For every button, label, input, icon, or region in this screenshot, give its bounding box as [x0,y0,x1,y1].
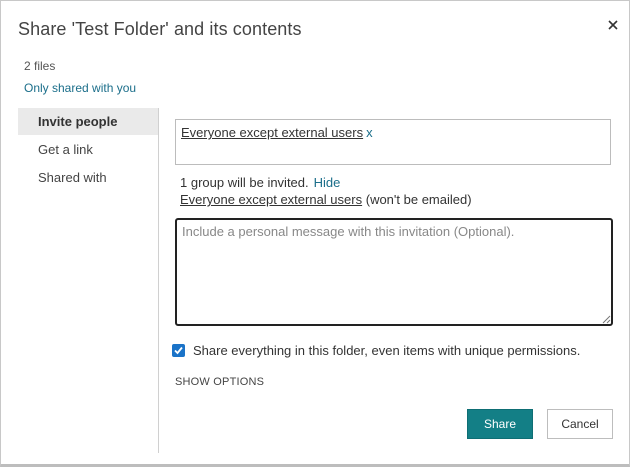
not-emailed-note: (won't be emailed) [365,192,472,207]
invited-group-link[interactable]: Everyone except external users [180,192,362,207]
checkmark-icon [174,346,183,355]
show-options-link[interactable]: SHOW OPTIONS [175,376,264,388]
close-icon [608,20,618,30]
invited-group-line: Everyone except external users (won't be… [180,192,472,207]
recipient-chip: Everyone except external users [181,125,364,140]
dialog-title: Share 'Test Folder' and its contents [18,19,302,39]
share-nav: Invite people Get a link Shared with [18,108,159,453]
personal-message-input[interactable] [175,218,613,326]
people-picker-input[interactable]: Everyone except external users x [175,119,611,165]
invite-summary: 1 group will be invited. Hide [180,175,340,190]
shared-status-link[interactable]: Only shared with you [24,81,136,95]
share-everything-label: Share everything in this folder, even it… [193,343,581,358]
cancel-button[interactable]: Cancel [547,409,613,439]
nav-item-shared-with[interactable]: Shared with [18,164,158,191]
files-count: 2 files [24,59,56,73]
nav-item-invite-people[interactable]: Invite people [18,108,158,135]
share-everything-option: Share everything in this folder, even it… [172,343,580,358]
close-button[interactable] [601,13,625,37]
hide-link[interactable]: Hide [314,175,341,190]
nav-item-get-a-link[interactable]: Get a link [18,136,158,163]
remove-recipient-button[interactable]: x [366,125,373,140]
invite-count-text: 1 group will be invited. [180,175,309,190]
share-everything-checkbox[interactable] [172,344,185,357]
resize-grip-icon[interactable] [602,315,611,324]
share-button[interactable]: Share [467,409,533,439]
share-dialog: Share 'Test Folder' and its contents 2 f… [0,0,630,467]
